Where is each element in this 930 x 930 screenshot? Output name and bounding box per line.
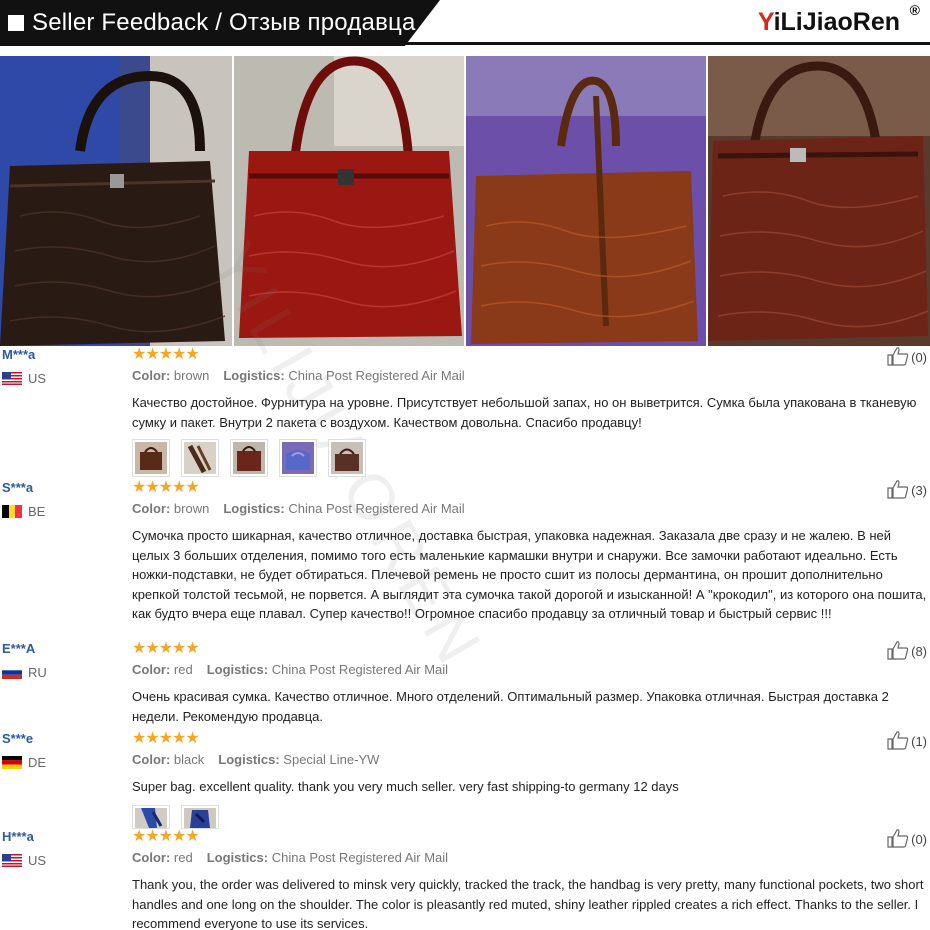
review-text: Очень красивая сумка. Качество отличное.… [132,689,889,724]
thumbs-up-icon [887,346,909,366]
us-flag-icon [2,854,22,867]
helpful-button[interactable]: (0) [887,346,927,366]
review-photo-thumbnail[interactable] [132,439,170,477]
reviewer-name[interactable]: H***a [2,829,34,844]
square-bullet-icon [8,15,24,31]
thumbs-up-icon [887,479,909,499]
reviewer-name[interactable]: S***e [2,731,33,746]
thumbs-up-icon [887,828,909,848]
helpful-button[interactable]: (1) [887,730,927,750]
brand-logo: YiLiJiaoRen [757,8,900,36]
be-flag-icon [2,505,22,518]
reviewer-country: RU [2,665,47,680]
header-bar: Seller Feedback / Отзыв продавца YiLiJia… [0,0,930,48]
review-photo-thumbnail[interactable] [279,439,317,477]
order-details: Color: black Logistics: Special Line-YW [132,752,380,767]
review-photo-thumbnail[interactable] [230,439,268,477]
thumbs-up-icon [887,730,909,750]
star-rating: ★★★★★ [132,346,200,363]
helpful-button[interactable]: (8) [887,640,927,660]
review-text: Thank you, the order was delivered to mi… [132,877,924,930]
star-rating: ★★★★★ [132,730,200,747]
review-text: Сумочка просто шикарная, качество отличн… [132,528,927,621]
page-title: Seller Feedback / Отзыв продавца [32,9,416,36]
reviewer-name[interactable]: M***a [2,347,35,362]
reviewer-name[interactable]: E***A [2,641,35,656]
de-flag-icon [2,756,22,769]
helpful-button[interactable]: (0) [887,828,927,848]
reviewer-country: BE [2,504,45,519]
header-divider [400,42,930,45]
thumbs-up-icon [887,640,909,660]
photo-brown-handbag[interactable] [466,56,706,346]
us-flag-icon [2,372,22,385]
order-details: Color: red Logistics: China Post Register… [132,850,449,865]
review-text: Качество достойное. Фурнитура на уровне.… [132,395,917,430]
reviewer-country: US [2,371,46,386]
reviewer-name[interactable]: S***a [2,480,33,495]
star-rating: ★★★★★ [132,828,200,845]
order-details: Color: red Logistics: China Post Register… [132,662,449,677]
photo-red-handbag[interactable] [234,56,464,346]
reviewer-country: US [2,853,46,868]
photo-black-handbag[interactable] [0,56,232,346]
star-rating: ★★★★★ [132,640,200,657]
review-text: Super bag. excellent quality. thank you … [132,779,679,794]
star-rating: ★★★★★ [132,479,200,496]
review-photos [132,439,366,477]
review-photo-thumbnail[interactable] [328,439,366,477]
registered-mark: ® [909,2,920,18]
reviewer-country: DE [2,755,46,770]
ru-flag-icon [2,666,22,679]
order-details: Color: brown Logistics: China Post Regist… [132,501,465,516]
photo-burgundy-handbag[interactable] [708,56,930,346]
order-details: Color: brown Logistics: China Post Regist… [132,368,465,383]
helpful-button[interactable]: (3) [887,479,927,499]
review-photo-thumbnail[interactable] [181,439,219,477]
product-photo-strip [0,56,930,346]
